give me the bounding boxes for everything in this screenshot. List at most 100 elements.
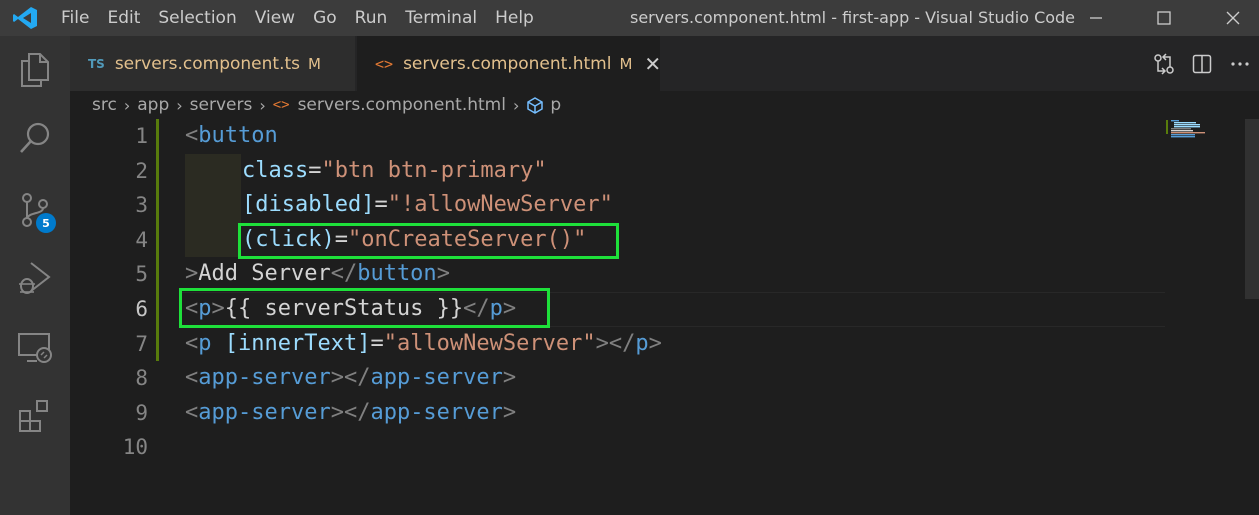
modified-indicator: M: [308, 54, 321, 73]
menu-terminal[interactable]: Terminal: [396, 0, 486, 36]
remote-explorer-button[interactable]: [0, 318, 70, 378]
token-bracket: </: [343, 365, 371, 391]
line-number: 5: [135, 262, 148, 287]
token-bracket: >: [502, 365, 517, 391]
highlight-box-click-binding: [238, 223, 619, 259]
code-editor[interactable]: 1 2 3 4 5 6 7 8 9 10 <button class="btn …: [70, 119, 1259, 515]
tab-label: servers.component.html: [403, 53, 612, 74]
close-window-button[interactable]: [1210, 0, 1256, 36]
more-actions-button[interactable]: [1221, 49, 1259, 79]
line-number-current: 6: [135, 297, 148, 321]
breadcrumb-separator: ›: [123, 95, 131, 115]
line-number: 3: [135, 193, 148, 218]
token-bracket: >: [648, 330, 662, 356]
breadcrumb-app[interactable]: app: [137, 95, 169, 115]
token-bracket: >: [502, 399, 517, 425]
token-bracket: </: [608, 330, 636, 356]
token-tag: app-server: [198, 399, 331, 425]
token-bracket: >: [595, 330, 609, 356]
token-attribute: [innerText]: [224, 330, 371, 356]
breadcrumb-servers[interactable]: servers: [190, 95, 253, 115]
tab-servers-component-ts[interactable]: TS servers.component.ts M: [70, 36, 355, 91]
code-line-1: <button: [185, 119, 278, 154]
tab-bar: TS servers.component.ts M <> servers.com…: [70, 36, 1259, 91]
html-file-icon: <>: [375, 54, 394, 73]
token-attribute: class: [242, 157, 309, 183]
token-bracket: </: [343, 399, 371, 425]
element-symbol-icon: [527, 97, 544, 114]
modified-indicator: M: [619, 54, 633, 73]
search-icon: [20, 122, 50, 153]
token-bracket: >: [330, 365, 344, 391]
line-number: 10: [122, 435, 148, 460]
split-editor-icon: [1192, 54, 1212, 73]
split-editor-button[interactable]: [1183, 49, 1221, 79]
breadcrumb: src › app › servers › <> servers.compone…: [92, 91, 561, 119]
token-equals: =: [370, 330, 384, 356]
token-bracket: >: [330, 399, 344, 425]
breadcrumb-file[interactable]: servers.component.html: [298, 95, 506, 115]
source-control-badge: 5: [36, 213, 56, 233]
breadcrumb-separator: ›: [512, 95, 520, 115]
vertical-scrollbar[interactable]: [1245, 119, 1259, 299]
menu-run[interactable]: Run: [346, 0, 397, 36]
token-bracket: <: [185, 399, 199, 425]
token-attribute: [disabled]: [242, 192, 375, 218]
editor-actions: [1145, 36, 1259, 91]
menu-file[interactable]: File: [52, 0, 98, 36]
tab-label: servers.component.ts: [114, 53, 301, 74]
maximize-button[interactable]: [1141, 0, 1187, 36]
code-line-9: <app-server></app-server>: [185, 396, 516, 431]
breadcrumb-separator: ›: [259, 95, 266, 115]
menu-selection[interactable]: Selection: [149, 0, 245, 36]
token-tag: p: [635, 330, 649, 356]
explorer-icon: [21, 53, 49, 87]
token-tag: button: [357, 261, 437, 287]
code-line-8: <app-server></app-server>: [185, 361, 516, 396]
token-bracket: <: [185, 365, 199, 391]
token-tag: app-server: [370, 399, 503, 425]
breadcrumb-src[interactable]: src: [92, 95, 117, 115]
token-tag: app-server: [370, 365, 503, 391]
line-number: 2: [135, 158, 148, 183]
source-control-button[interactable]: [0, 180, 70, 240]
menu-bar: File Edit Selection View Go Run Terminal…: [52, 0, 543, 36]
close-tab-icon[interactable]: ✕: [644, 52, 661, 76]
menu-edit[interactable]: Edit: [98, 0, 149, 36]
open-changes-button[interactable]: [1145, 49, 1183, 79]
token-bracket: >: [436, 261, 450, 287]
run-debug-button[interactable]: [0, 248, 70, 308]
breadcrumb-separator: ›: [176, 95, 183, 115]
minimize-button[interactable]: [1073, 0, 1119, 36]
run-debug-icon: [19, 262, 51, 294]
search-button[interactable]: [0, 108, 70, 168]
code-line-7: <p [innerText]="allowNewServer"></p>: [185, 327, 662, 362]
token-bracket: <: [185, 330, 199, 356]
menu-view[interactable]: View: [246, 0, 304, 36]
token-tag: p: [198, 330, 212, 356]
menu-go[interactable]: Go: [304, 0, 346, 36]
menu-help[interactable]: Help: [486, 0, 543, 36]
activity-bar: 5: [0, 36, 70, 515]
minimize-icon: [1090, 17, 1102, 19]
code-line-5: >Add Server</button>: [185, 257, 450, 292]
token-tag: button: [198, 123, 278, 148]
extensions-button[interactable]: [0, 386, 70, 446]
token-string: "!allowNewServer": [387, 192, 613, 218]
token-bracket: </: [330, 261, 358, 287]
maximize-icon: [1157, 11, 1171, 25]
tab-servers-component-html[interactable]: <> servers.component.html M ✕: [357, 36, 661, 91]
minimap[interactable]: [1165, 119, 1245, 139]
token-equals: =: [374, 192, 388, 218]
code-line-3: [disabled]="!allowNewServer": [242, 188, 613, 223]
token-text: Add Server: [198, 261, 331, 287]
token-bracket: <: [185, 123, 199, 148]
explorer-button[interactable]: [0, 40, 70, 100]
indent-guide: [185, 188, 241, 223]
token-bracket: >: [185, 261, 199, 287]
extensions-icon: [19, 400, 48, 432]
breadcrumb-symbol[interactable]: p: [550, 95, 561, 115]
highlight-box-interpolation: [179, 288, 550, 328]
compare-changes-icon: [1154, 52, 1174, 75]
